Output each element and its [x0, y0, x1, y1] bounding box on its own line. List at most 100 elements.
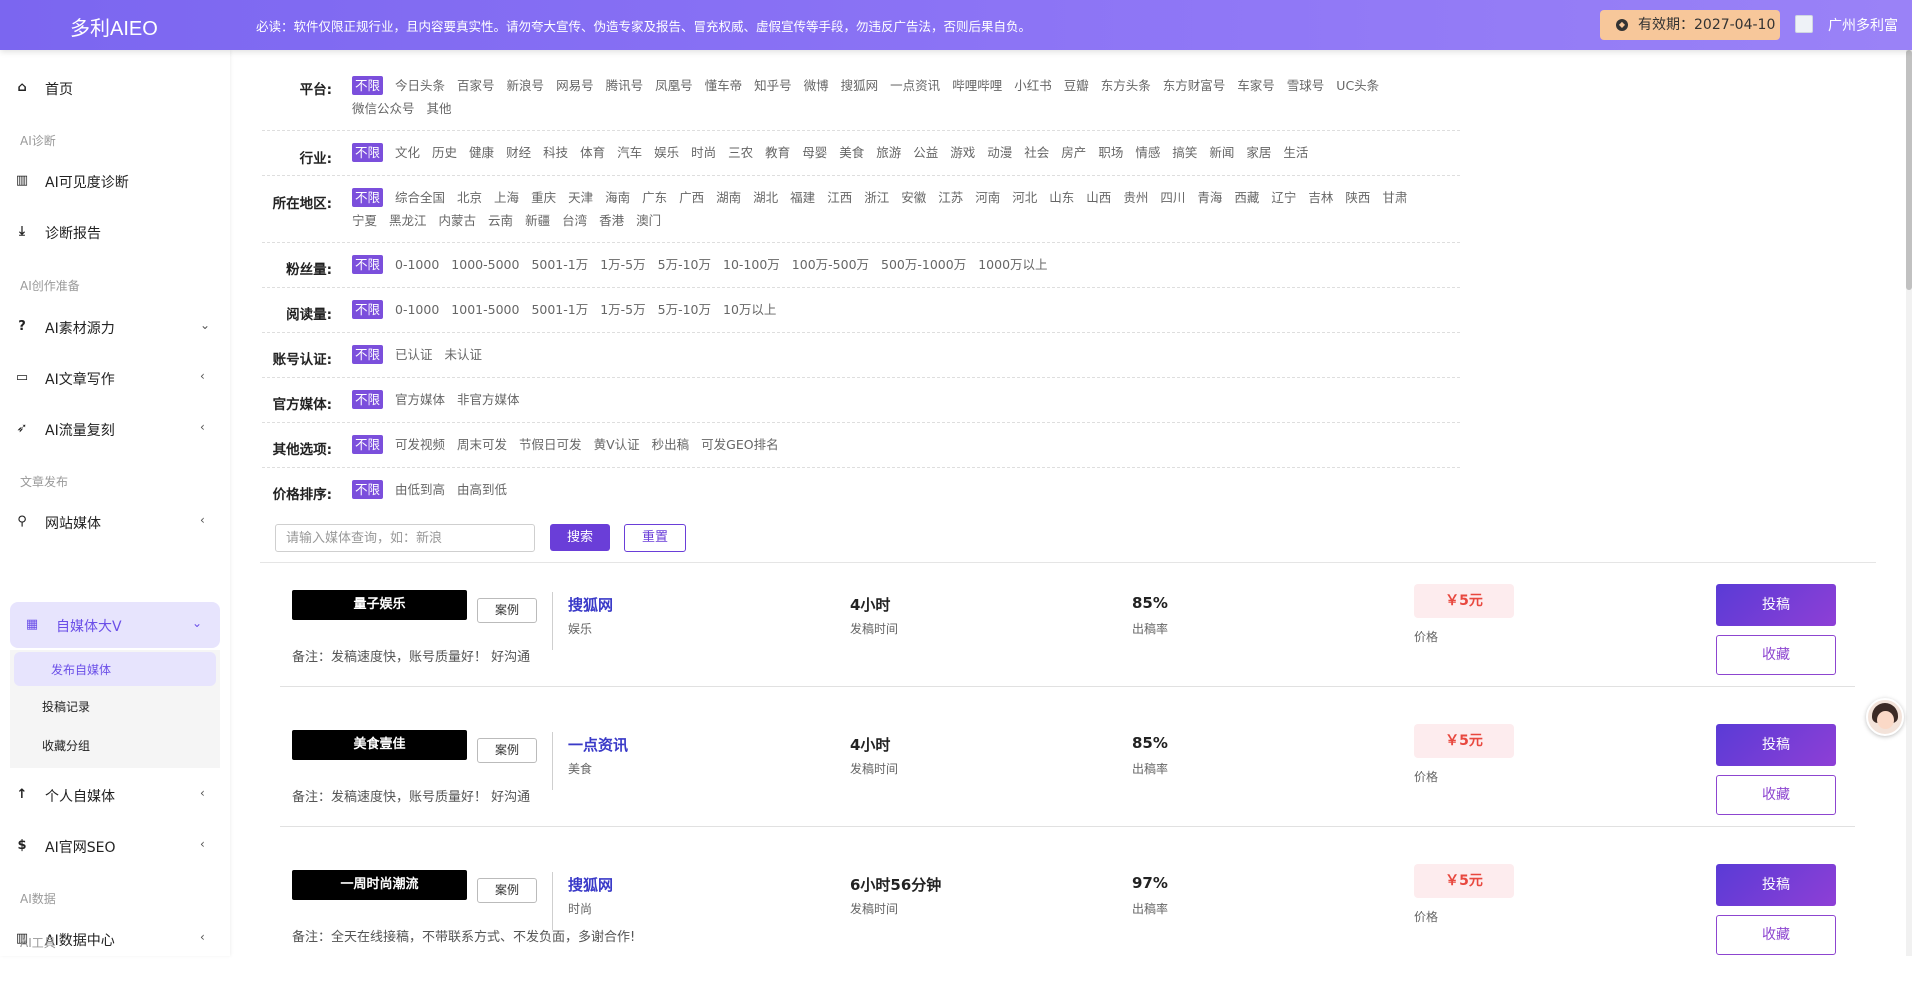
sidebar-item-web-media[interactable]: ⚲ 网站媒体 ‹: [0, 501, 230, 543]
scrollbar-thumb[interactable]: [1906, 50, 1912, 290]
sidebar-item-personal[interactable]: ↑ 个人自媒体 ‹: [0, 774, 230, 816]
filter-option[interactable]: 甘肃: [1382, 188, 1407, 211]
filter-option[interactable]: 海南: [605, 188, 630, 211]
filter-option[interactable]: 香港: [599, 211, 624, 234]
search-button[interactable]: 搜索: [550, 524, 610, 551]
filter-option[interactable]: 游戏: [950, 143, 975, 166]
filter-option-selected[interactable]: 不限: [352, 76, 384, 95]
filter-option[interactable]: 凤凰号: [655, 76, 693, 99]
filter-option[interactable]: 车家号: [1237, 76, 1275, 99]
platform-link[interactable]: 搜狐网: [568, 874, 613, 895]
filter-option[interactable]: 节假日可发: [519, 435, 582, 458]
filter-option[interactable]: 娱乐: [654, 143, 679, 166]
filter-option[interactable]: 时尚: [691, 143, 716, 166]
filter-option[interactable]: 云南: [488, 211, 513, 234]
filter-option[interactable]: 官方媒体: [395, 390, 445, 413]
filter-option[interactable]: 职场: [1098, 143, 1123, 166]
filter-option[interactable]: 台湾: [562, 211, 587, 234]
filter-option[interactable]: 辽宁: [1271, 188, 1296, 211]
filter-option[interactable]: 陕西: [1345, 188, 1370, 211]
filter-option[interactable]: 内蒙古: [439, 211, 477, 234]
filter-option[interactable]: 湖北: [753, 188, 778, 211]
filter-option[interactable]: 重庆: [531, 188, 556, 211]
sidebar-item-traffic[interactable]: ➶ AI流量复刻 ‹: [0, 408, 230, 450]
sidebar-item-seo[interactable]: $ AI官网SEO ‹: [0, 825, 230, 867]
filter-option[interactable]: 可发视频: [395, 435, 445, 458]
filter-option-selected[interactable]: 不限: [352, 255, 384, 274]
filter-option-selected[interactable]: 不限: [352, 300, 384, 319]
filter-option[interactable]: 腾讯号: [606, 76, 644, 99]
filter-option[interactable]: 西藏: [1234, 188, 1259, 211]
filter-option[interactable]: 江西: [827, 188, 852, 211]
filter-option[interactable]: 吉林: [1308, 188, 1333, 211]
favorite-button[interactable]: 收藏: [1716, 635, 1836, 675]
filter-option[interactable]: 综合全国: [395, 188, 445, 211]
filter-option[interactable]: 房产: [1061, 143, 1086, 166]
filter-option[interactable]: 知乎号: [754, 76, 792, 99]
submit-button[interactable]: 投稿: [1716, 724, 1836, 766]
filter-option[interactable]: 哔哩哔哩: [952, 76, 1002, 99]
sidebar-item-writing[interactable]: ▭ AI文章写作 ‹: [0, 357, 230, 399]
filter-option[interactable]: 黄V认证: [594, 435, 640, 458]
filter-option[interactable]: 新闻: [1209, 143, 1234, 166]
filter-option[interactable]: 东方财富号: [1163, 76, 1226, 99]
assistant-avatar[interactable]: [1866, 698, 1904, 736]
filter-option[interactable]: 福建: [790, 188, 815, 211]
filter-option[interactable]: 可发GEO排名: [701, 435, 778, 458]
filter-option[interactable]: 新浪号: [507, 76, 545, 99]
filter-option[interactable]: 0-1000: [395, 255, 439, 278]
filter-option[interactable]: 情感: [1135, 143, 1160, 166]
filter-option[interactable]: 澳门: [636, 211, 661, 234]
filter-option[interactable]: 江苏: [938, 188, 963, 211]
user-avatar-image[interactable]: [1795, 15, 1813, 33]
filter-option[interactable]: 100万-500万: [792, 255, 869, 278]
sidebar-item-material[interactable]: ? AI素材源力 ⌄: [0, 306, 230, 348]
filter-option[interactable]: 0-1000: [395, 300, 439, 323]
filter-option[interactable]: 河北: [1012, 188, 1037, 211]
filter-option[interactable]: 搞笑: [1172, 143, 1197, 166]
filter-option[interactable]: 周末可发: [457, 435, 507, 458]
filter-option[interactable]: 三农: [728, 143, 753, 166]
filter-option[interactable]: 文化: [395, 143, 420, 166]
filter-option-selected[interactable]: 不限: [352, 345, 384, 364]
filter-option[interactable]: 山西: [1086, 188, 1111, 211]
sidebar-item-report[interactable]: ⤓ 诊断报告: [0, 211, 230, 253]
filter-option[interactable]: 贵州: [1123, 188, 1148, 211]
filter-option[interactable]: 懂车帝: [705, 76, 743, 99]
filter-option[interactable]: 广西: [679, 188, 704, 211]
app-logo[interactable]: 多利AIEO: [70, 12, 158, 41]
filter-option[interactable]: 搜狐网: [841, 76, 879, 99]
filter-option[interactable]: 雪球号: [1287, 76, 1325, 99]
filter-option[interactable]: 动漫: [987, 143, 1012, 166]
filter-option[interactable]: 百家号: [457, 76, 495, 99]
filter-option[interactable]: 财经: [506, 143, 531, 166]
filter-option[interactable]: 5万-10万: [658, 300, 711, 323]
filter-option[interactable]: 小红书: [1014, 76, 1052, 99]
filter-option[interactable]: 黑龙江: [389, 211, 427, 234]
filter-option[interactable]: 教育: [765, 143, 790, 166]
filter-option[interactable]: 微博: [804, 76, 829, 99]
filter-option[interactable]: 其他: [427, 99, 452, 122]
filter-option[interactable]: 健康: [469, 143, 494, 166]
filter-option[interactable]: 湖南: [716, 188, 741, 211]
filter-option[interactable]: 秒出稿: [652, 435, 690, 458]
filter-option[interactable]: 科技: [543, 143, 568, 166]
filter-option[interactable]: 上海: [494, 188, 519, 211]
filter-option[interactable]: 新疆: [525, 211, 550, 234]
filter-option[interactable]: 汽车: [617, 143, 642, 166]
filter-option[interactable]: 500万-1000万: [881, 255, 966, 278]
filter-option[interactable]: 生活: [1283, 143, 1308, 166]
submenu-item-publish[interactable]: 发布自媒体: [14, 652, 216, 686]
filter-option[interactable]: 四川: [1160, 188, 1185, 211]
filter-option[interactable]: 今日头条: [395, 76, 445, 99]
filter-option[interactable]: UC头条: [1336, 76, 1379, 99]
filter-option[interactable]: 家居: [1246, 143, 1271, 166]
filter-option-selected[interactable]: 不限: [352, 480, 384, 499]
reset-button[interactable]: 重置: [624, 524, 686, 552]
filter-option[interactable]: 母婴: [802, 143, 827, 166]
submenu-item-records[interactable]: 投稿记录: [42, 698, 90, 715]
filter-option[interactable]: 1000-5000: [451, 255, 519, 278]
search-input[interactable]: [275, 524, 535, 552]
sidebar-item-visibility[interactable]: ▥ AI可见度诊断: [0, 160, 230, 202]
favorite-button[interactable]: 收藏: [1716, 915, 1836, 955]
